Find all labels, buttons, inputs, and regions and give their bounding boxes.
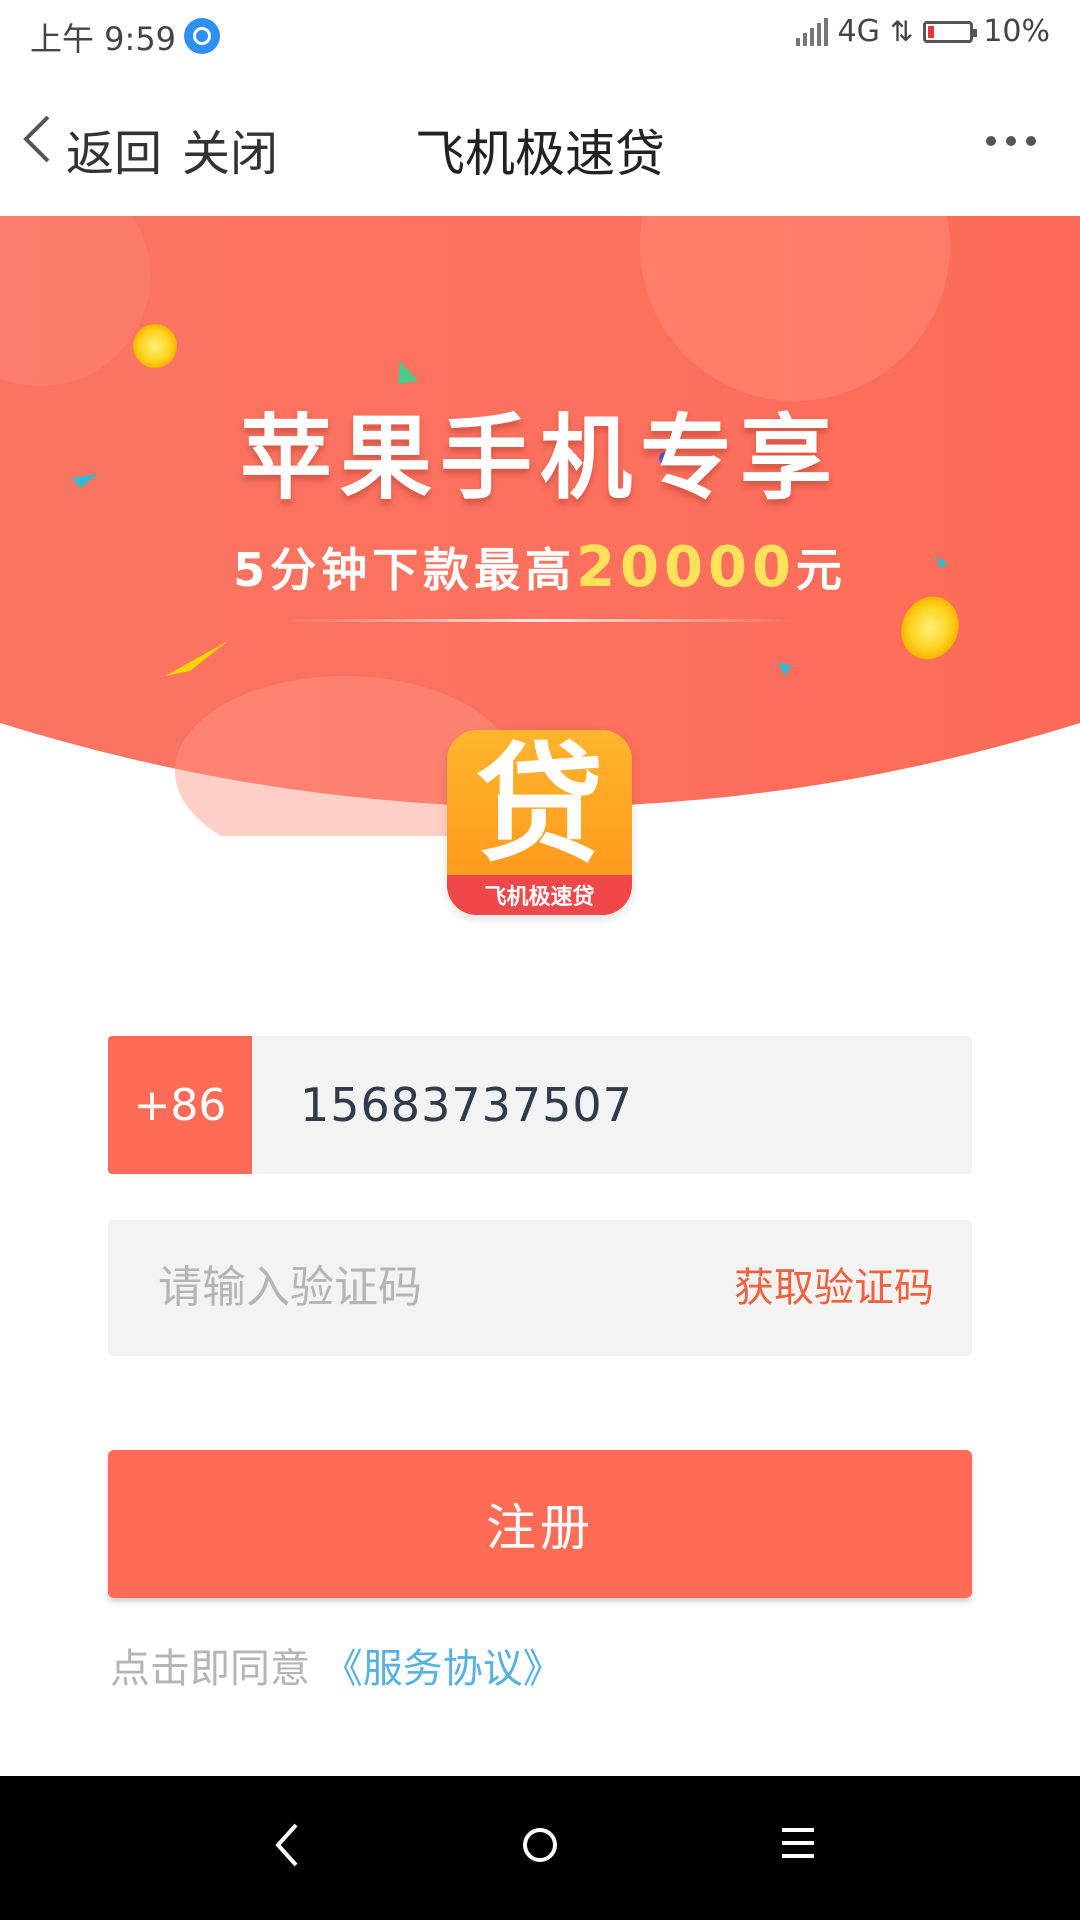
coin-icon: [133, 324, 177, 368]
system-back-icon[interactable]: [272, 1822, 302, 1868]
page-title: 飞机极速贷: [415, 125, 665, 183]
system-menu-icon[interactable]: [782, 1828, 814, 1858]
logo-name: 飞机极速贷: [484, 885, 595, 910]
verification-code-input[interactable]: [158, 1220, 658, 1356]
system-nav-bar: [0, 1776, 1080, 1920]
network-type: 4G: [837, 14, 880, 49]
battery-percent: 10%: [983, 14, 1050, 49]
banner-subtitle: 5分钟下款最高20000元: [0, 534, 1080, 600]
get-code-button[interactable]: 获取验证码: [734, 1220, 934, 1356]
browser-notification-icon: [184, 18, 220, 54]
register-button[interactable]: 注册: [108, 1450, 972, 1598]
more-menu-icon[interactable]: [986, 136, 1036, 146]
status-indicators: 4G ⇅ 10%: [795, 14, 1050, 49]
status-bar: 上午 9:59 4G ⇅ 10%: [0, 0, 1080, 74]
system-home-icon[interactable]: [523, 1828, 557, 1862]
logo-glyph: 贷: [475, 731, 604, 880]
status-time: 上午 9:59: [30, 20, 177, 58]
data-transfer-icon: ⇅: [889, 15, 914, 48]
phone-input[interactable]: 15683737507: [300, 1036, 633, 1174]
phone-field[interactable]: +86 15683737507: [108, 1036, 972, 1174]
signal-icon: [795, 17, 828, 46]
banner-title: 苹果手机专享: [239, 405, 840, 512]
battery-icon: [923, 20, 978, 43]
nav-bar: 返回 关闭 飞机极速贷: [0, 74, 1080, 217]
agreement-text: 点击即同意 《服务协议》: [110, 1636, 563, 1694]
banner-subtitle-prefix: 5分钟下款最高: [233, 543, 577, 597]
service-agreement-link[interactable]: 《服务协议》: [323, 1646, 563, 1692]
banner-amount: 20000: [576, 535, 796, 600]
agreement-prefix: 点击即同意: [110, 1646, 310, 1692]
country-code[interactable]: +86: [108, 1036, 252, 1174]
app-logo: 贷 飞机极速贷: [447, 730, 632, 915]
banner-subtitle-suffix: 元: [795, 543, 847, 597]
verification-code-field: 获取验证码: [108, 1220, 972, 1356]
banner-divider: [285, 619, 795, 622]
